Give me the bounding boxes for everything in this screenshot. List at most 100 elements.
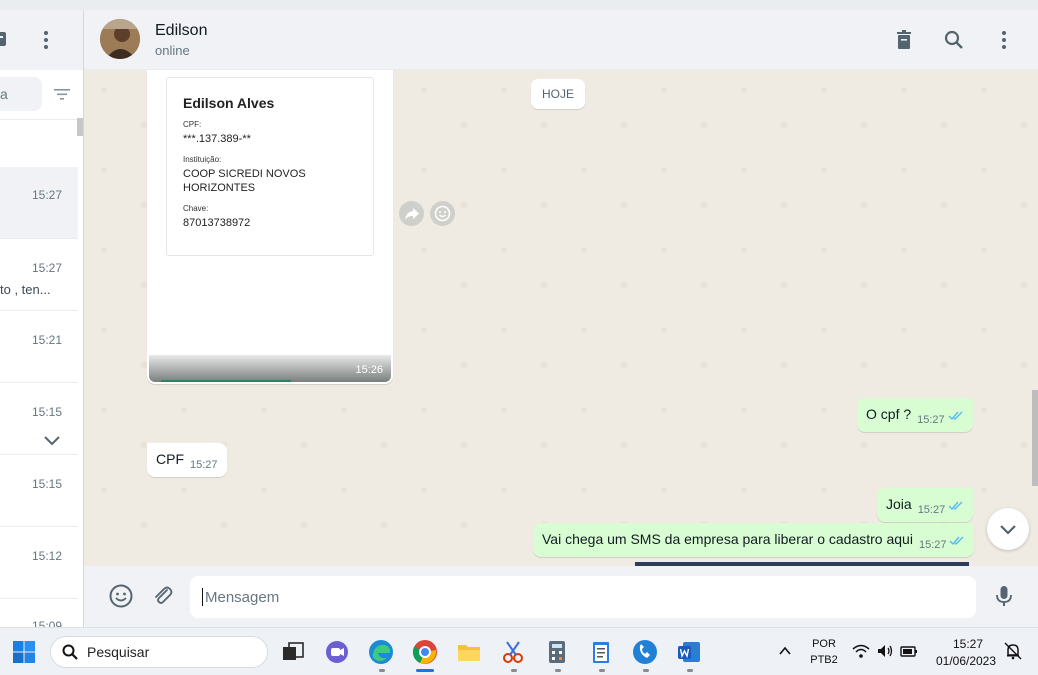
read-ticks-icon (949, 536, 964, 546)
message-composer: Mensagem (84, 566, 1038, 627)
message-text: Joia (886, 496, 912, 512)
running-indicator (643, 669, 649, 672)
chevron-down-icon[interactable] (43, 434, 61, 448)
file-explorer-icon[interactable] (455, 638, 483, 666)
date-chip: HOJE (531, 79, 585, 109)
message-text: CPF (156, 451, 184, 467)
chevron-up-icon[interactable] (777, 643, 793, 664)
snipping-tool-icon[interactable] (499, 638, 527, 666)
edge-browser-icon[interactable] (367, 638, 395, 666)
chat-item[interactable]: 15:15 (0, 383, 78, 455)
microphone-icon[interactable] (991, 583, 1017, 609)
notification-bell-icon[interactable] (1004, 642, 1022, 665)
whatsapp-web-window: a 15:27 15:27 to , ten... 15:21 15:15 15… (0, 0, 1038, 627)
receipt-key-label: Chave: (183, 204, 209, 213)
message-time: 15:26 (355, 364, 383, 376)
battery-icon[interactable] (900, 643, 918, 664)
receipt-cpf-value: ***.137.389-** (183, 133, 251, 145)
word-icon[interactable] (675, 638, 703, 666)
contact-status: online (155, 43, 190, 58)
delete-icon[interactable] (892, 28, 916, 52)
avatar[interactable] (100, 19, 140, 59)
chrome-browser-icon[interactable] (411, 638, 439, 666)
chat-item[interactable]: 15:21 (0, 311, 78, 383)
task-view-icon[interactable] (279, 638, 307, 666)
message-time: 15:27 (917, 414, 945, 426)
taskbar-search-label: Pesquisar (87, 644, 150, 660)
chat-item[interactable]: 15:15 (0, 455, 78, 527)
new-chat-icon[interactable] (0, 28, 16, 52)
chat-item[interactable]: 15:12 (0, 527, 78, 599)
emoji-icon[interactable] (108, 583, 134, 609)
chat-item[interactable]: 15:27 (0, 167, 78, 239)
keyboard-layout[interactable]: PTB2 (808, 654, 840, 666)
react-button[interactable] (430, 201, 455, 226)
menu-icon[interactable] (34, 28, 58, 52)
message-bubble-incoming[interactable]: CPF 15:27 (147, 443, 227, 477)
window-top-strip (0, 0, 1038, 10)
receipt-name: Edilson Alves (183, 95, 275, 111)
message-time: 15:27 (190, 459, 218, 471)
message-input-placeholder: Mensagem (205, 589, 280, 606)
attach-icon[interactable] (150, 583, 176, 609)
message-input[interactable]: Mensagem (190, 576, 976, 618)
search-icon (61, 643, 79, 664)
chat-time: 15:09 (31, 619, 62, 627)
contact-name: Edilson (155, 22, 208, 39)
pix-receipt: Edilson Alves CPF: ***.137.389-** Instit… (166, 77, 374, 256)
active-indicator (416, 669, 434, 672)
read-ticks-icon (948, 501, 963, 511)
taskbar-search[interactable]: Pesquisar (50, 636, 268, 668)
message-text: Vai chega um SMS da empresa para liberar… (542, 531, 913, 547)
conversation-pane: Edilson online Edilson Alves CPF: ***.13… (84, 10, 1038, 627)
receipt-institution-line1: COOP SICREDI NOVOS (183, 168, 306, 180)
chat-search-input[interactable]: a (0, 77, 42, 111)
phone-link-icon[interactable] (631, 638, 659, 666)
chat-time: 15:27 (31, 188, 62, 202)
chat-item[interactable]: 15:27 to , ten... (0, 239, 78, 311)
volume-icon[interactable] (876, 643, 894, 664)
message-scrollbar[interactable] (1032, 390, 1038, 486)
chat-list-pane: a 15:27 15:27 to , ten... 15:21 15:15 15… (0, 10, 84, 627)
search-icon[interactable] (942, 28, 966, 52)
running-indicator (555, 669, 561, 672)
notepad-icon[interactable] (587, 638, 615, 666)
filter-icon[interactable] (52, 84, 72, 104)
scroll-to-bottom-button[interactable] (987, 508, 1029, 550)
read-ticks-icon (948, 411, 963, 421)
teams-chat-icon[interactable] (323, 638, 351, 666)
message-bubble-outgoing[interactable]: Joia 15:27 (877, 488, 974, 522)
menu-icon[interactable] (992, 28, 1016, 52)
conversation-header[interactable]: Edilson online (84, 10, 1038, 70)
media-progress-line (161, 380, 291, 382)
media-footer: 15:26 (149, 355, 391, 382)
forward-button[interactable] (399, 201, 424, 226)
chat-list-header (0, 10, 83, 70)
message-bubble-outgoing[interactable]: Vai chega um SMS da empresa para liberar… (533, 523, 975, 557)
clock-time[interactable]: 15:27 (936, 637, 1000, 651)
chat-item[interactable]: 15:09 (0, 599, 78, 627)
chat-time: 15:27 (31, 261, 62, 275)
chat-time: 15:15 (31, 477, 62, 491)
chat-time: 15:21 (31, 333, 62, 347)
calculator-icon[interactable] (543, 638, 571, 666)
windows-start-icon[interactable] (12, 640, 36, 669)
running-indicator (379, 669, 385, 672)
message-time: 15:27 (917, 504, 946, 516)
running-indicator (599, 669, 605, 672)
running-indicator (511, 669, 517, 672)
chat-search-row: a (0, 70, 83, 120)
receipt-image-message[interactable]: Edilson Alves CPF: ***.137.389-** Instit… (147, 70, 393, 384)
receipt-key-value: 87013738972 (183, 217, 251, 229)
keyboard-language[interactable]: POR (808, 638, 840, 650)
message-area[interactable]: Edilson Alves CPF: ***.137.389-** Instit… (84, 70, 1038, 566)
message-text: O cpf ? (866, 406, 912, 422)
clock-date[interactable]: 01/06/2023 (934, 654, 998, 668)
message-bubble-outgoing[interactable]: O cpf ? 15:27 (857, 398, 973, 432)
chat-list-scrollbar[interactable] (77, 118, 83, 136)
receipt-institution-line2: HORIZONTES (183, 182, 256, 194)
receipt-cpf-label: CPF: (183, 120, 202, 129)
receipt-institution-label: Instituição: (183, 155, 222, 164)
wifi-icon[interactable] (852, 643, 870, 664)
chat-snippet: to , ten... (0, 282, 51, 297)
